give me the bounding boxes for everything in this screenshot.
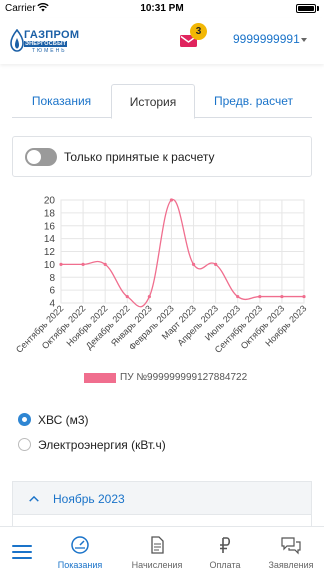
data-point: [191, 262, 196, 266]
menu-icon: [12, 545, 32, 559]
readings-chart-svg: 468101214161820Сентябрь 2022Октябрь 2022…: [14, 196, 309, 355]
switch-knob: [27, 150, 41, 164]
battery-tip: [317, 6, 319, 11]
accepted-only-filter: Только принятые к расчету: [12, 136, 312, 177]
data-point: [258, 294, 262, 299]
data-point: [280, 294, 284, 299]
data-point: [125, 294, 129, 299]
y-tick-label: 6: [49, 286, 55, 297]
notification-badge[interactable]: 3: [190, 23, 207, 40]
y-tick-label: 16: [44, 221, 56, 232]
accordion-month-label: Ноябрь 2023: [53, 492, 125, 506]
nav-charges[interactable]: Начисления: [125, 527, 189, 576]
chat-icon: [281, 537, 301, 555]
gauge-icon: [71, 536, 89, 554]
radio-button[interactable]: [18, 438, 31, 451]
legend-swatch: [84, 373, 116, 383]
bottom-navigation: Показания Начисления Оплата Заявления: [0, 526, 324, 576]
tab-preliminary-calc[interactable]: Предв. расчет: [195, 84, 312, 118]
nav-label: Оплата: [209, 560, 241, 570]
radio-button-checked[interactable]: [18, 413, 31, 426]
accepted-only-switch[interactable]: [25, 148, 57, 166]
nav-label: Показания: [57, 560, 103, 570]
data-point: [302, 294, 306, 299]
nav-menu[interactable]: [0, 527, 44, 576]
nav-payment[interactable]: Оплата: [193, 527, 257, 576]
data-point: [103, 262, 107, 266]
accepted-only-label: Только принятые к расчету: [64, 150, 215, 164]
y-tick-label: 20: [44, 196, 56, 207]
radio-label: Электроэнергия (кВт.ч): [38, 438, 166, 452]
data-point: [59, 262, 63, 266]
data-point: [81, 262, 85, 266]
app-header: ГАЗПРОМ ЭНЕРГОСБЫТ ТЮМЕНЬ 3 9999999991: [0, 18, 324, 64]
nav-readings[interactable]: Показания: [48, 527, 112, 576]
y-tick-label: 18: [44, 208, 56, 219]
logo-text-primary: ГАЗПРОМ: [24, 29, 80, 41]
logo-text-city: ТЮМЕНЬ: [32, 48, 67, 54]
y-tick-label: 10: [44, 260, 56, 271]
month-accordion-header[interactable]: Ноябрь 2023: [12, 481, 312, 515]
ruble-icon: [220, 537, 231, 553]
tab-readings[interactable]: Показания: [12, 84, 111, 118]
account-number[interactable]: 9999999991: [233, 32, 300, 46]
nav-requests[interactable]: Заявления: [259, 527, 323, 576]
data-point: [169, 198, 174, 202]
nav-label: Заявления: [268, 560, 314, 570]
company-logo[interactable]: ГАЗПРОМ ЭНЕРГОСБЫТ ТЮМЕНЬ: [10, 29, 79, 55]
data-point: [147, 294, 151, 299]
status-bar: Carrier 10:31 PM: [0, 0, 324, 18]
data-point: [214, 262, 218, 266]
chevron-up-icon: [29, 495, 39, 502]
flame-logo-icon: [10, 29, 24, 52]
radio-label: ХВС (м3): [38, 413, 89, 427]
tab-bar: Показания История Предв. расчет: [12, 84, 312, 119]
battery-icon: [296, 4, 316, 13]
status-time: 10:31 PM: [140, 3, 184, 14]
nav-label: Начисления: [131, 560, 183, 570]
y-tick-label: 14: [44, 234, 56, 245]
series-line: [61, 199, 304, 308]
tab-history[interactable]: История: [111, 84, 195, 119]
caret-down-icon[interactable]: [301, 38, 307, 42]
data-point: [236, 294, 240, 299]
legend-label: ПУ №999999999127884722: [120, 372, 248, 383]
logo-text-secondary: ЭНЕРГОСБЫТ: [24, 41, 68, 47]
y-tick-label: 8: [49, 273, 55, 284]
y-tick-label: 12: [44, 247, 56, 258]
readings-chart: 4 6 8 10 12 14 16 18 20 Сентябрь 2022 Октябрь 2022…: [0, 190, 324, 390]
document-icon: [151, 536, 164, 554]
